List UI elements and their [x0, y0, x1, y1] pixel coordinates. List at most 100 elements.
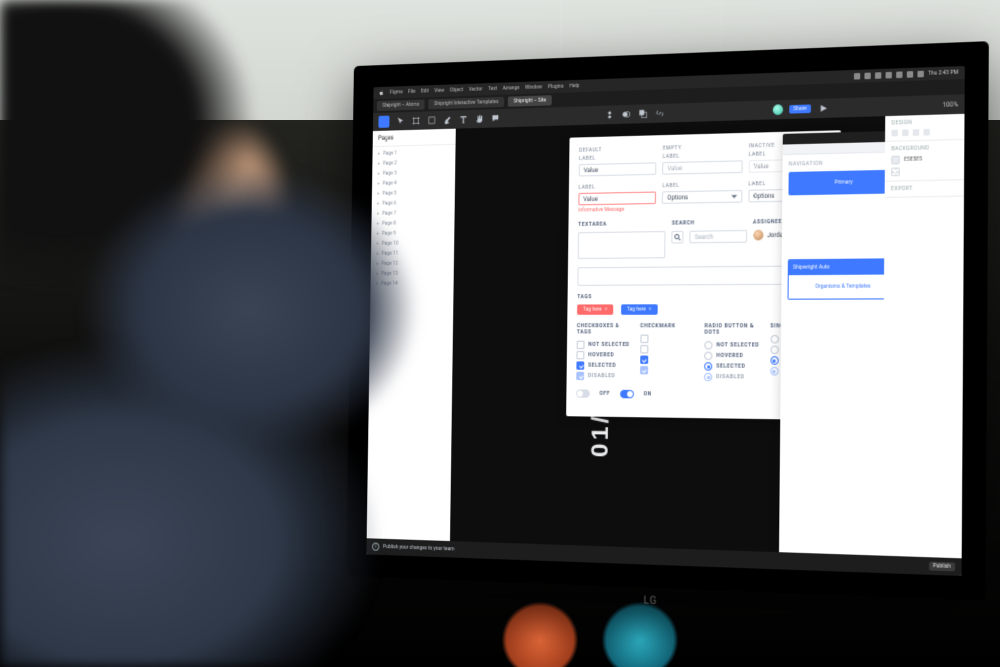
canvas[interactable]: 01/MOLECULES DEFAULT LABEL Value [450, 116, 885, 573]
input-error[interactable]: Value [578, 192, 656, 206]
rectangle-tool-icon[interactable] [426, 114, 437, 126]
checkbox[interactable] [640, 345, 648, 353]
textarea[interactable] [578, 231, 666, 259]
tray-icon[interactable] [864, 73, 870, 80]
input-empty[interactable]: Value [662, 160, 742, 174]
dropdown[interactable]: Options [662, 190, 742, 204]
radio-selected[interactable] [704, 362, 712, 371]
checkbox-states: CHECKBOXES & TAGS NOT SELECTED HOVERED S… [576, 323, 632, 381]
link-icon[interactable] [653, 107, 665, 120]
field-label: LABEL [579, 154, 657, 162]
boolean-icon[interactable] [637, 107, 649, 120]
mac-menu-file[interactable]: File [408, 89, 415, 95]
hand-tool-icon[interactable] [474, 113, 485, 125]
state-label: DISABLED [588, 373, 615, 379]
figma-tab[interactable]: Shipright Interactive Templates [428, 97, 504, 110]
tag-chip[interactable]: Tag here× [621, 304, 658, 314]
section-title: CHECKBOXES & TAGS [577, 323, 632, 336]
radio[interactable] [704, 341, 712, 349]
mac-status-tray: Thu 2:43 PM [854, 69, 959, 79]
tray-icon[interactable] [917, 71, 923, 78]
mac-menu-text[interactable]: Text [488, 86, 497, 92]
tray-icon[interactable] [896, 71, 902, 78]
align-icon[interactable] [923, 129, 929, 136]
tag-remove-icon[interactable]: × [649, 306, 652, 312]
toggle-off[interactable] [576, 389, 590, 397]
figma-tab-active[interactable]: Shipright – Site [508, 95, 552, 107]
present-icon[interactable] [817, 102, 830, 115]
apple-menu-icon[interactable] [379, 90, 385, 96]
rp-title: Export [891, 185, 958, 193]
comment-tool-icon[interactable] [490, 112, 501, 125]
mac-app-label[interactable]: Figma [390, 89, 403, 95]
tray-icon[interactable] [854, 73, 860, 80]
mac-menu-plugins[interactable]: Plugins [548, 83, 564, 90]
mask-icon[interactable] [620, 108, 632, 121]
search-icon[interactable] [672, 231, 684, 244]
figma-tab[interactable]: Shipright – Atoms [377, 99, 425, 111]
left-panel[interactable]: Pages Page 1 Page 2 Page 3 Page 4 Page 5… [366, 129, 455, 558]
mac-menu-object[interactable]: Object [450, 87, 463, 94]
state-label: NOT SELECTED [588, 342, 629, 348]
toggle-on[interactable] [620, 390, 634, 399]
mac-menu-edit[interactable]: Edit [421, 88, 429, 94]
tag-chip[interactable]: Tag here× [577, 304, 613, 314]
toolbar-center [603, 107, 665, 121]
checkbox[interactable] [577, 351, 585, 359]
info-icon: i [372, 542, 379, 550]
mac-menu-arrange[interactable]: Arrange [503, 85, 520, 92]
tag-remove-icon[interactable]: × [605, 306, 608, 312]
figma-logo-icon[interactable] [378, 116, 389, 128]
checkbox[interactable] [640, 335, 648, 343]
card-body: Organisms & Templates [789, 274, 886, 298]
mac-menu-help[interactable]: Help [569, 83, 579, 90]
dot-selected [770, 356, 778, 365]
tray-icon[interactable] [907, 71, 913, 78]
checkbox-disabled [576, 372, 584, 380]
presence-avatar-icon[interactable] [773, 104, 783, 115]
search-input[interactable]: Search [690, 230, 747, 243]
pen-tool-icon[interactable] [442, 114, 453, 126]
right-panel[interactable]: Design Background E5E5E5 [882, 114, 965, 576]
bg-hex[interactable]: E5E5E5 [904, 156, 922, 163]
toolbar-left [395, 112, 501, 127]
checkbox[interactable] [577, 341, 585, 349]
pages-list[interactable]: Page 1 Page 2 Page 3 Page 4 Page 5 Page … [370, 145, 455, 291]
tray-icon[interactable] [875, 72, 881, 79]
input-default[interactable]: Value [579, 162, 657, 176]
mac-menu-vector[interactable]: Vector [469, 86, 483, 93]
dot [770, 335, 778, 344]
checkbox-checked[interactable] [576, 361, 584, 369]
state-label: HOVERED [588, 352, 614, 358]
monitor-logo: LG [644, 595, 658, 607]
radio[interactable] [704, 352, 712, 360]
publish-button[interactable]: Publish [929, 562, 956, 572]
share-button[interactable]: Share [789, 104, 811, 113]
monitor-inner: Figma File Edit View Object Vector Text … [353, 50, 980, 592]
component-icon[interactable] [603, 108, 615, 121]
page-item[interactable]: Page 12 [371, 258, 454, 269]
align-icon[interactable] [891, 130, 897, 137]
align-icon[interactable] [902, 129, 908, 136]
text-tool-icon[interactable] [458, 113, 469, 125]
state-label: OFF [599, 391, 610, 397]
move-tool-icon[interactable] [395, 115, 406, 127]
align-icon[interactable] [913, 129, 919, 136]
bg-swatch-icon[interactable] [891, 156, 900, 165]
mac-menu-window[interactable]: Window [525, 84, 542, 91]
page-item[interactable]: Page 14 [370, 278, 453, 289]
browser-body: Navigation Primary Shipwright Auto Organ… [781, 152, 885, 306]
tray-icon[interactable] [885, 72, 891, 79]
page-item[interactable]: Page 13 [371, 268, 454, 279]
zoom-level[interactable]: 100% [942, 100, 958, 108]
alpha-swatch-icon[interactable] [891, 167, 900, 176]
primary-button[interactable]: Primary [788, 170, 885, 196]
checkbox-checked[interactable] [640, 356, 648, 364]
browser-window[interactable]: Navigation Primary Shipwright Auto Organ… [779, 131, 886, 573]
frame-tool-icon[interactable] [410, 115, 421, 127]
field-label: LABEL [662, 181, 742, 189]
mac-menu-view[interactable]: View [434, 88, 444, 94]
state-label: SELECTED [716, 363, 745, 370]
outline-card[interactable]: Shipwright Auto Organisms & Templates [788, 258, 886, 299]
section-title: CHECKMARK [640, 323, 696, 329]
